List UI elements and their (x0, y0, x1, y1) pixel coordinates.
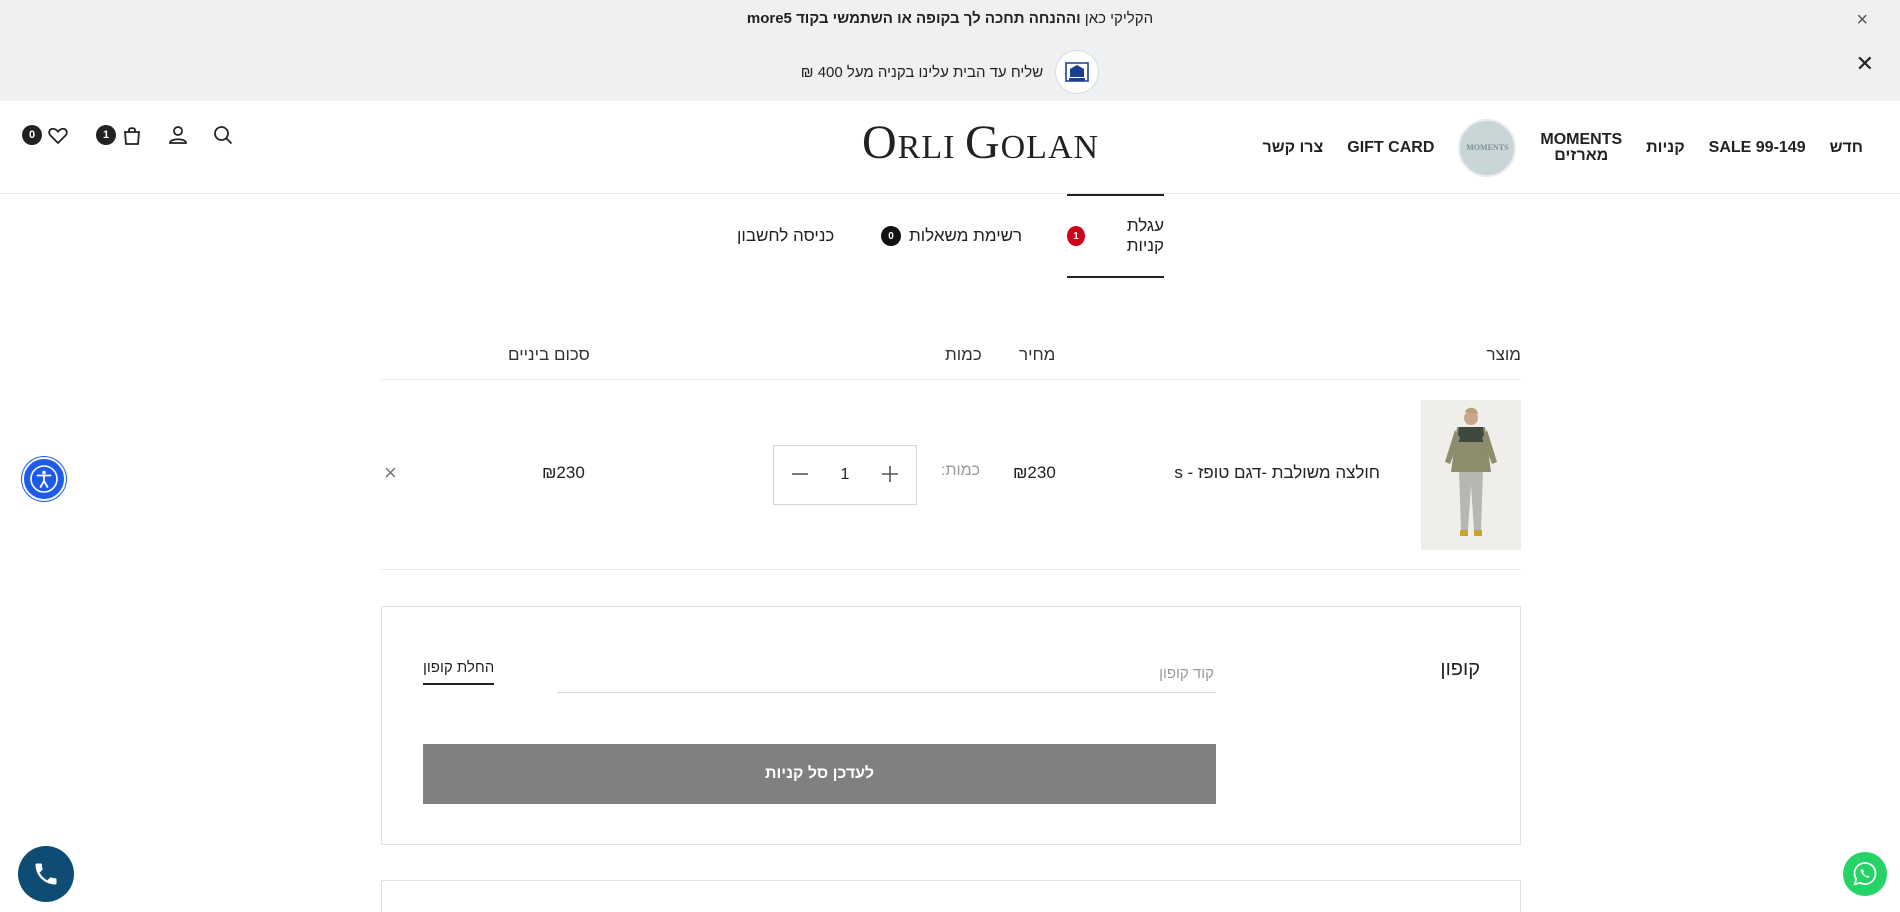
wishlist-button[interactable]: 0 (22, 123, 70, 147)
coupon-section: קופון החלת קופון לעדכן סל קניות (381, 606, 1521, 845)
nav-moments-line1: MOMENTS (1540, 130, 1623, 148)
tab-cart-count: 1 (1067, 226, 1085, 246)
promo-line-2: שליח עד הבית עלינו בקניה מעל 400 ₪ (0, 50, 1900, 94)
column-price: מחיר (1019, 345, 1056, 364)
nav-item-gift-card[interactable]: GIFT CARD (1347, 139, 1434, 157)
made-in-israel-badge-icon (1055, 50, 1100, 94)
quantity-increase-button[interactable] (878, 462, 902, 488)
coupon-title: קופון (1440, 658, 1480, 680)
promo-code-text: וההנחה תחכה לך בקופה או השתמשי בקוד more… (746, 10, 1081, 27)
product-thumbnail[interactable] (1421, 400, 1521, 550)
apply-coupon-button[interactable]: החלת קופון (423, 659, 495, 685)
cart-count-badge: 1 (96, 125, 116, 145)
tab-cart-label: עגלת קניות (1126, 216, 1164, 255)
close-promo-icon[interactable]: × (1856, 10, 1868, 30)
nav-moments-line2: מארזים (1554, 146, 1609, 164)
shipping-text: שליח עד הבית עלינו בקניה מעל 400 ₪ (800, 63, 1044, 81)
product-name-link[interactable]: חולצה משולבת -דגם טופז - s (1174, 463, 1380, 483)
column-product: מוצר (1486, 345, 1521, 364)
nav-item-moments[interactable]: MOMENTS מארזים (1540, 130, 1623, 164)
logo-letter-g: G (964, 116, 1001, 169)
logo-text-rli: RLI (897, 129, 965, 166)
whatsapp-button[interactable] (1843, 852, 1887, 896)
quantity-label: כמות: (941, 462, 981, 479)
nav-item-contact[interactable]: צרו קשר (1262, 139, 1323, 157)
quantity-stepper[interactable]: 1 (773, 445, 917, 505)
column-subtotal: סכום ביניים (508, 345, 590, 364)
bag-icon (124, 127, 140, 145)
nav-item-new[interactable]: חדש (1830, 139, 1863, 157)
header-icons: 0 1 (22, 123, 235, 147)
column-quantity: כמות (945, 345, 982, 364)
tab-wishlist[interactable]: רשימת משאלות 0 (881, 194, 1022, 278)
call-button[interactable] (18, 846, 74, 902)
coupon-code-input[interactable] (557, 655, 1216, 693)
product-subtotal: ₪230 (542, 463, 585, 482)
logo-letter-o: O (862, 116, 898, 169)
moments-logo[interactable]: MOMENTS (1458, 118, 1517, 177)
minus-icon (792, 473, 808, 475)
tab-login[interactable]: כניסה לחשבון (737, 194, 834, 278)
promo-bar: הקליקי כאן וההנחה תחכה לך בקופה או השתמש… (0, 0, 1900, 101)
promo-line-1[interactable]: הקליקי כאן וההנחה תחכה לך בקופה או השתמש… (0, 10, 1900, 27)
tab-wishlist-count: 0 (881, 226, 901, 246)
product-model-image (1421, 400, 1521, 550)
promo-link-text[interactable]: הקליקי כאן (1085, 10, 1153, 27)
product-price: ₪230 (1013, 463, 1056, 482)
tab-wishlist-label: רשימת משאלות (909, 226, 1023, 245)
cart-totals-section (381, 880, 1521, 912)
search-icon (214, 126, 233, 145)
whatsapp-icon (1853, 862, 1877, 886)
nav-item-shopping[interactable]: קניות (1646, 139, 1685, 157)
plus-icon (882, 466, 898, 482)
accessibility-button[interactable] (22, 457, 66, 501)
heart-icon (48, 127, 68, 145)
remove-item-button[interactable]: × (384, 462, 397, 484)
table-header-divider (381, 379, 1521, 380)
nav-item-sale[interactable]: SALE 99-149 (1709, 139, 1806, 157)
wishlist-count-badge: 0 (22, 125, 42, 145)
tab-login-label: כניסה לחשבון (737, 226, 835, 245)
cart-button[interactable]: 1 (96, 123, 144, 147)
quantity-value[interactable]: 1 (841, 466, 850, 484)
site-header: חדש SALE 99-149 קניות MOMENTS מארזים MOM… (0, 101, 1900, 194)
account-button[interactable] (166, 123, 190, 147)
main-nav: חדש SALE 99-149 קניות MOMENTS מארזים MOM… (1262, 101, 1863, 194)
close-shipping-icon[interactable]: ✕ (1856, 53, 1874, 75)
update-cart-button[interactable]: לעדכן סל קניות (423, 744, 1216, 804)
table-row-divider (381, 569, 1521, 570)
phone-icon (35, 863, 57, 885)
account-tabs: עגלת קניות 1 רשימת משאלות 0 כניסה לחשבון (0, 194, 1900, 278)
search-button[interactable] (211, 123, 235, 147)
site-logo[interactable]: ORLI GOLAN (862, 115, 1099, 170)
logo-text-olan: OLAN (1000, 129, 1100, 166)
user-icon (169, 126, 187, 144)
tab-cart[interactable]: עגלת קניות 1 (1067, 194, 1164, 278)
quantity-decrease-button[interactable] (788, 462, 812, 488)
accessibility-icon (30, 465, 58, 493)
